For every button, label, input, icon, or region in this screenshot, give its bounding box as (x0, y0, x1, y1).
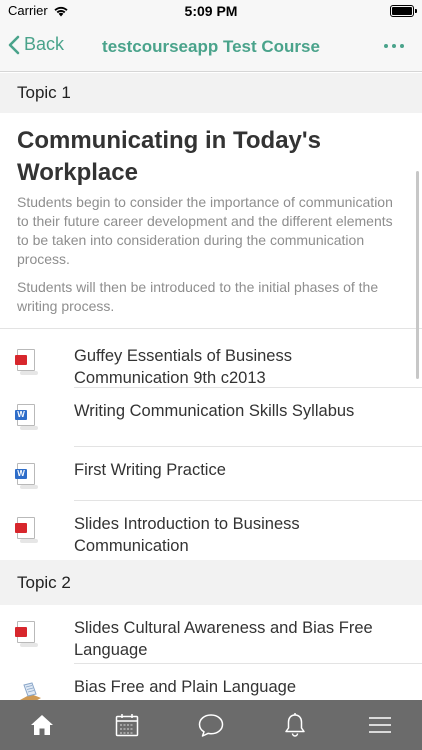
activity-item[interactable]: Guffey Essentials of Business Communicat… (0, 328, 422, 388)
word-icon: W (15, 463, 41, 493)
more-dot-icon (392, 44, 396, 48)
topic-2-header: Topic 2 (0, 560, 422, 605)
activity-item[interactable]: Slides Introduction to Business Communic… (0, 501, 422, 560)
tab-notifications[interactable] (253, 700, 337, 750)
battery-icon (390, 5, 417, 17)
activity-item[interactable]: Slides Cultural Awareness and Bias Free … (0, 605, 422, 664)
status-time: 5:09 PM (184, 3, 238, 19)
section-summary: Students begin to consider the importanc… (0, 189, 422, 328)
activity-label: Writing Communication Skills Syllabus (74, 402, 355, 420)
more-dot-icon (400, 44, 404, 48)
calendar-icon (115, 714, 138, 737)
activity-label: Slides Cultural Awareness and Bias Free … (74, 619, 373, 659)
activity-item[interactable]: W First Writing Practice (0, 447, 422, 501)
menu-icon (368, 717, 391, 733)
activity-item[interactable]: W Writing Communication Skills Syllabus (0, 388, 422, 447)
more-options-button[interactable] (384, 44, 404, 48)
status-bar: Carrier 5:09 PM (0, 0, 422, 22)
more-dot-icon (384, 44, 388, 48)
pdf-icon (15, 349, 41, 379)
activity-label: First Writing Practice (74, 461, 226, 479)
summary-paragraph: Students begin to consider the importanc… (17, 194, 393, 267)
word-icon: W (15, 404, 41, 434)
navigation-bar: Back testcourseapp Test Course (0, 22, 422, 72)
tab-home[interactable] (0, 700, 84, 750)
messages-icon (198, 714, 224, 737)
page-icon (17, 680, 41, 700)
summary-paragraph: Students will then be introduced to the … (17, 279, 379, 314)
topic-1-header: Topic 1 (0, 73, 422, 113)
pdf-icon (15, 621, 41, 651)
activity-label: Slides Introduction to Business Communic… (74, 515, 300, 555)
tab-calendar[interactable] (84, 700, 168, 750)
activity-item[interactable]: Bias Free and Plain Language (0, 664, 422, 700)
tab-bar (0, 700, 422, 750)
scrollbar[interactable] (416, 171, 419, 379)
page-title: testcourseapp Test Course (102, 37, 320, 56)
course-content[interactable]: Topic 1 Communicating in Today's Workpla… (0, 73, 422, 700)
section-title: Communicating in Today's Workplace (17, 127, 321, 186)
pdf-icon (15, 517, 41, 547)
tab-messages[interactable] (169, 700, 253, 750)
notifications-icon (285, 713, 306, 737)
home-icon (31, 715, 54, 735)
activity-label: Bias Free and Plain Language (74, 678, 296, 696)
tab-menu[interactable] (338, 700, 422, 750)
